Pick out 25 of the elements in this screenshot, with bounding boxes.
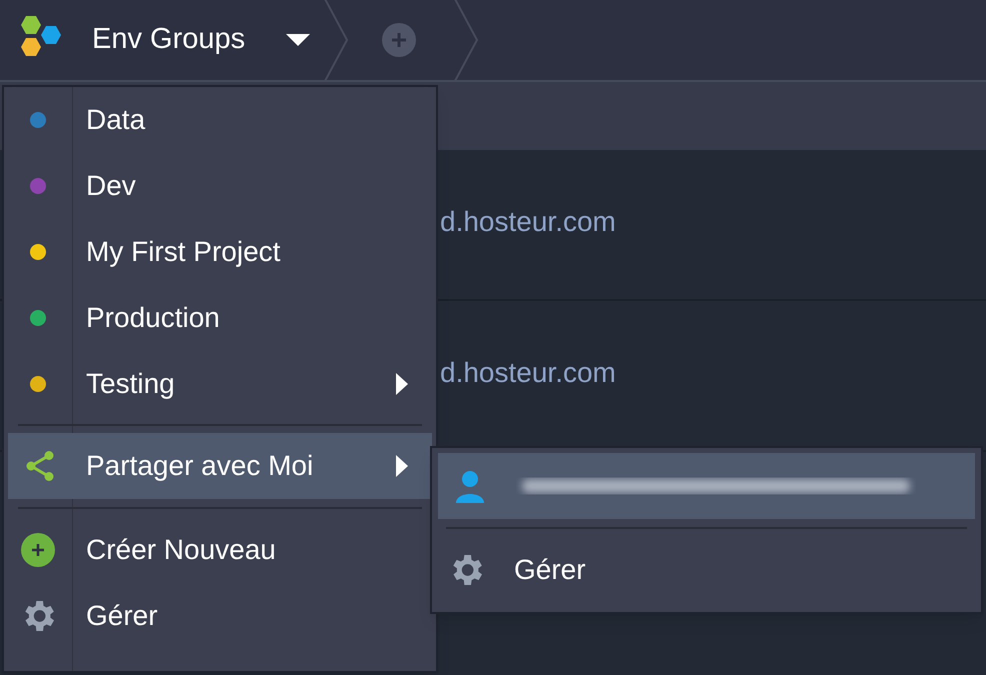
group-menu-item[interactable]: Production [4,285,436,351]
group-menu-item[interactable]: Testing [4,351,436,417]
shared-label: Partager avec Moi [86,449,314,483]
manage-label: Gérer [514,553,586,587]
domain-link[interactable]: d.hosteur.com [440,352,616,394]
group-label: Dev [86,169,137,203]
group-menu-item[interactable]: My First Project [4,219,436,285]
caret-icon[interactable] [285,32,312,48]
shared-user-item[interactable] [438,453,975,519]
group-menu-item[interactable]: Dev [4,153,436,219]
user-icon [454,469,486,503]
submenu-arrow-icon [394,453,410,479]
shared-with-me-item[interactable]: Partager avec Moi [8,433,432,499]
group-label: My First Project [86,235,282,269]
group-label: Data [86,103,146,137]
group-label: Production [86,301,221,335]
env-groups-title[interactable]: Env Groups [92,18,246,62]
group-label: Testing [86,367,176,401]
add-icon[interactable] [381,22,418,58]
group-menu-item[interactable]: Data [4,87,436,153]
submenu-arrow-icon [394,371,410,397]
add-icon [20,532,56,568]
domain-link[interactable]: d.hosteur.com [440,200,616,242]
action-label: Gérer [86,599,158,633]
action-label: Créer Nouveau [86,533,276,567]
